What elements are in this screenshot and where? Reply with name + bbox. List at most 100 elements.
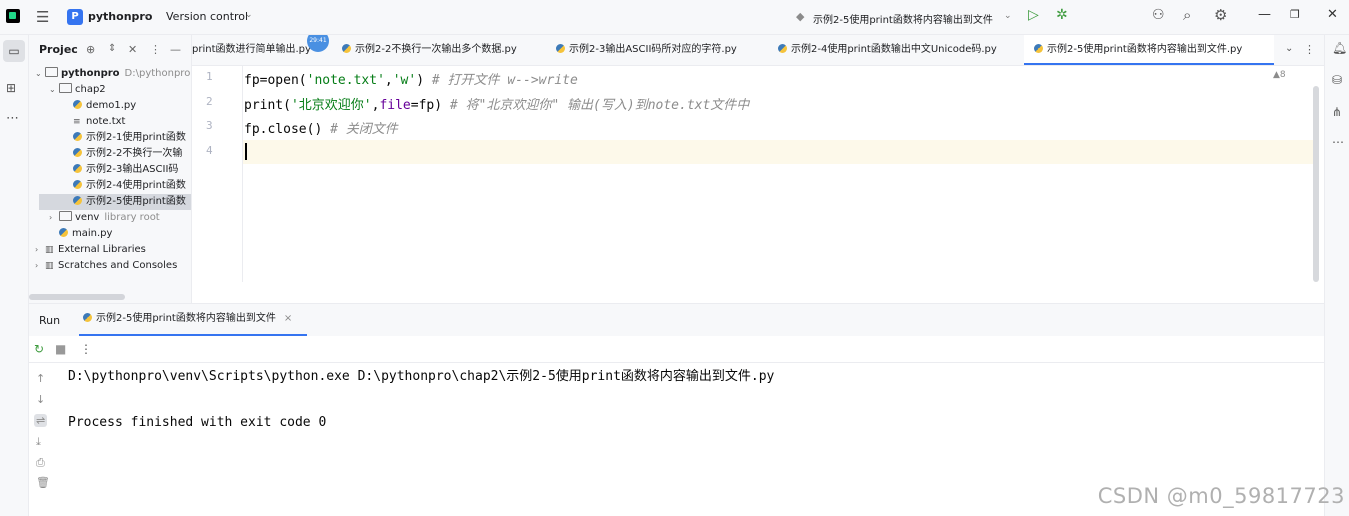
- text-file-icon: ≡: [73, 117, 81, 127]
- horizontal-scrollbar[interactable]: [29, 294, 125, 300]
- main-menu-icon[interactable]: ☰: [36, 8, 49, 26]
- tree-item[interactable]: › venv library root: [29, 210, 191, 226]
- tree-item-label: chap2: [75, 84, 106, 95]
- trash-icon[interactable]: 🗑︎: [36, 476, 50, 489]
- tree-item[interactable]: 示例2-3输出ASCII码: [29, 162, 191, 178]
- tree-item[interactable]: 示例2-5使用print函数: [39, 194, 191, 210]
- code-line[interactable]: print('北京欢迎你',file=fp) # 将"北京欢迎你" 输出(写入)…: [244, 94, 749, 113]
- text-caret: [245, 143, 247, 160]
- run-panel-header: Run 示例2-5使用print函数将内容输出到文件 ×: [29, 304, 1324, 336]
- chevron-down-icon[interactable]: ⌄: [1004, 11, 1012, 21]
- tree-item-label: main.py: [72, 228, 113, 239]
- tree-item[interactable]: 示例2-2不换行一次输: [29, 146, 191, 162]
- code-editor[interactable]: 1 2 3 4 fp=open('note.txt','w') # 打开文件 w…: [192, 66, 1324, 302]
- run-tab-label: 示例2-5使用print函数将内容输出到文件: [96, 313, 276, 324]
- tree-item[interactable]: main.py: [29, 226, 191, 242]
- watermark: CSDN @m0_59817723: [1097, 484, 1345, 508]
- tree-item[interactable]: › ▥ External Libraries: [29, 242, 191, 258]
- code-line[interactable]: fp=open('note.txt','w') # 打开文件 w-->write: [244, 69, 578, 88]
- hide-panel-icon[interactable]: —: [170, 43, 181, 56]
- tree-item[interactable]: ⌄ chap2: [29, 82, 191, 98]
- inspection-status[interactable]: ▲8: [1273, 70, 1286, 80]
- options-icon[interactable]: ⋮: [150, 43, 161, 56]
- console-output[interactable]: D:\pythonpro\venv\Scripts\python.exe D:\…: [68, 362, 774, 432]
- python-file-icon: [73, 132, 82, 141]
- chevron-down-icon[interactable]: ⌄: [1285, 43, 1293, 54]
- chevron-right-icon[interactable]: ›: [49, 210, 59, 226]
- tab-label: print函数进行简单输出.py: [192, 44, 311, 55]
- rerun-icon[interactable]: ↻: [34, 342, 44, 356]
- run-tab[interactable]: 示例2-5使用print函数将内容输出到文件 ×: [79, 304, 307, 336]
- chevron-down-icon[interactable]: ⌄: [49, 82, 59, 98]
- stop-icon[interactable]: ■: [55, 342, 66, 356]
- tab-options-icon[interactable]: ⋮: [1304, 43, 1315, 56]
- python-file-icon: [73, 148, 82, 157]
- options-icon[interactable]: ⋮: [80, 342, 92, 356]
- code-token: ): [416, 73, 432, 88]
- code-token: fp.close(): [244, 122, 331, 137]
- chevron-right-icon[interactable]: ›: [35, 258, 45, 274]
- string-literal: '北京欢迎你': [290, 98, 372, 113]
- project-tree: ⌄ pythonpro D:\pythonpro ⌄ chap2 demo1.py ≡ not…: [29, 66, 191, 274]
- tree-item[interactable]: 示例2-1使用print函数: [29, 130, 191, 146]
- gear-icon[interactable]: ⚙: [1214, 6, 1227, 24]
- library-icon: ▥: [45, 261, 54, 271]
- left-tool-strip: ▭ ⊞ ⋯: [0, 35, 29, 516]
- tree-item[interactable]: demo1.py: [29, 98, 191, 114]
- run-panel-title[interactable]: Run: [39, 314, 60, 327]
- run-button[interactable]: ▷: [1028, 7, 1039, 23]
- chevron-right-icon[interactable]: ›: [35, 242, 45, 258]
- project-panel-title[interactable]: Projec: [39, 43, 78, 56]
- run-configuration-dropdown[interactable]: 示例2-5使用print函数将内容输出到文件: [813, 11, 993, 26]
- tree-item[interactable]: ≡ note.txt: [29, 114, 191, 130]
- tree-item[interactable]: 示例2-4使用print函数: [29, 178, 191, 194]
- editor-tab[interactable]: 示例2-2不换行一次输出多个数据.py: [342, 35, 552, 65]
- user-icon[interactable]: ⚇: [1152, 7, 1165, 23]
- debug-button[interactable]: ✲: [1056, 7, 1068, 23]
- version-control-dropdown[interactable]: Version control: [166, 10, 248, 23]
- tree-item[interactable]: ⌄ pythonpro D:\pythonpro: [29, 66, 191, 82]
- search-icon[interactable]: ⌕: [1183, 6, 1191, 24]
- more-tools-icon[interactable]: ⋯: [6, 111, 19, 126]
- editor-tab[interactable]: 示例2-4使用print函数输出中文Unicode码.py: [778, 35, 1008, 65]
- code-line[interactable]: fp.close() # 关闭文件: [244, 118, 398, 137]
- folder-icon: [59, 83, 72, 93]
- database-icon[interactable]: ⛁: [1332, 73, 1342, 87]
- tree-item-label: 示例2-3输出ASCII码: [86, 164, 179, 175]
- arrow-up-icon[interactable]: ↑: [36, 372, 45, 385]
- sciview-icon[interactable]: ⋔: [1332, 105, 1342, 119]
- tab-label: 示例2-5使用print函数将内容输出到文件.py: [1047, 44, 1243, 55]
- scroll-to-end-icon[interactable]: ⤓: [36, 435, 41, 449]
- arrow-down-icon[interactable]: ↓: [36, 393, 45, 406]
- more-tools-icon[interactable]: ⋯: [1332, 135, 1344, 149]
- print-icon[interactable]: ⎙: [36, 456, 45, 470]
- structure-icon[interactable]: ⊞: [6, 81, 16, 95]
- chevron-down-icon[interactable]: ⌄: [143, 10, 151, 20]
- chevron-down-icon[interactable]: ⌄: [245, 10, 253, 20]
- project-badge[interactable]: P: [67, 9, 83, 25]
- locate-file-icon[interactable]: ⊕: [86, 43, 95, 56]
- collapse-all-icon[interactable]: ✕: [128, 43, 137, 56]
- tab-label: 示例2-3输出ASCII码所对应的字符.py: [569, 44, 737, 55]
- close-window-button[interactable]: ✕: [1327, 7, 1338, 22]
- code-token: print(: [244, 98, 291, 113]
- project-tool-folder-icon[interactable]: ▭: [3, 40, 25, 62]
- chevron-down-icon[interactable]: ⌄: [35, 66, 45, 82]
- maximize-button[interactable]: ❐: [1290, 8, 1300, 21]
- vertical-scrollbar[interactable]: [1313, 86, 1319, 282]
- string-literal: 'note.txt': [306, 73, 385, 88]
- tree-item-label: demo1.py: [86, 100, 137, 111]
- tree-item-hint: D:\pythonpro: [124, 68, 191, 79]
- editor-tab[interactable]: 示例2-3输出ASCII码所对应的字符.py: [556, 35, 774, 65]
- tree-item[interactable]: › ▥ Scratches and Consoles: [29, 258, 191, 274]
- minimize-button[interactable]: —: [1258, 7, 1271, 22]
- python-file-icon: [1034, 44, 1043, 53]
- line-number: 4: [206, 144, 213, 157]
- close-icon[interactable]: ×: [284, 313, 292, 324]
- notifications-bell-icon[interactable]: 🔔︎: [1332, 41, 1347, 55]
- soft-wrap-icon[interactable]: ⇌: [34, 414, 48, 427]
- line-number: 1: [206, 70, 213, 83]
- code-token: ,: [384, 73, 393, 88]
- expand-collapse-icon[interactable]: ⇕: [108, 43, 116, 54]
- editor-tab-active[interactable]: 示例2-5使用print函数将内容输出到文件.py: [1024, 35, 1274, 65]
